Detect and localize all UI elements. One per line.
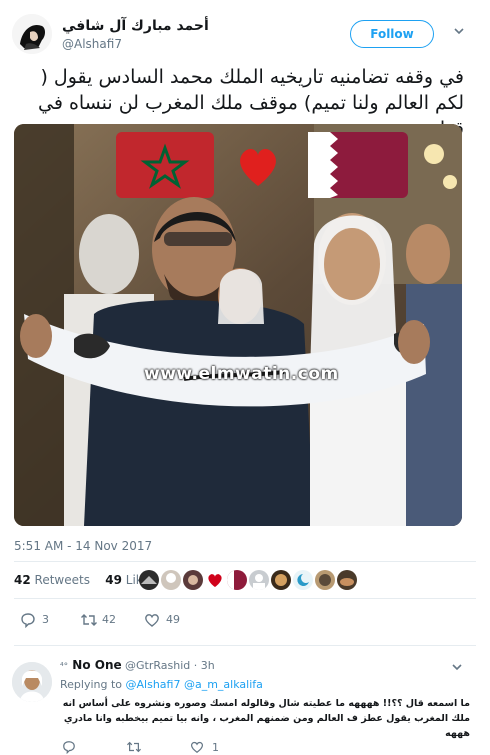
tweet-stats: 42 Retweets 49 Likes	[14, 573, 156, 587]
reply-icon	[63, 741, 75, 754]
chevron-down-icon[interactable]	[452, 24, 466, 38]
chevron-down-icon[interactable]	[450, 660, 464, 674]
reply-author-name-text: No One	[72, 658, 122, 672]
liker-avatar[interactable]	[205, 570, 225, 590]
replying-to-link[interactable]: @a_m_alkalifa	[184, 678, 263, 691]
reply-time[interactable]: · 3h	[194, 659, 215, 672]
reply-text: ما اسمعه قال ؟؟!! ههههه ما عطيته شال وقا…	[62, 698, 470, 739]
like-count: 1	[212, 741, 219, 754]
liker-avatar[interactable]	[227, 570, 247, 590]
liker-avatar[interactable]	[139, 570, 159, 590]
reply-count: 3	[42, 613, 49, 626]
tweet-photo[interactable]: www.elmwatin.com	[14, 124, 462, 526]
replying-to: Replying to @Alshafi7 @a_m_alkalifa	[60, 678, 263, 691]
retweet-icon	[127, 741, 141, 753]
liker-avatar[interactable]	[271, 570, 291, 590]
replying-to-link[interactable]: @Alshafi7	[126, 678, 181, 691]
reply-author-name[interactable]: ⁴° No One	[60, 658, 122, 672]
qatar-flag-emoji	[308, 132, 408, 198]
reply-author-handle-line: @GtrRashid · 3h	[125, 659, 215, 672]
reply-tweet[interactable]: ⁴° No One @GtrRashid · 3h Replying to @A…	[0, 650, 490, 755]
reply-name-prefix-icon: ⁴°	[60, 662, 69, 672]
likes-count: 49	[105, 573, 122, 587]
retweets-label: Retweets	[34, 573, 90, 587]
reply-avatar-image	[12, 662, 52, 702]
author-handle[interactable]: @Alshafi7	[62, 37, 122, 51]
liker-avatar[interactable]	[249, 570, 269, 590]
author-display-name[interactable]: أحمد مبارك آل شافي	[62, 18, 209, 34]
watermark-text: www.elmwatin.com	[144, 364, 339, 384]
divider	[14, 561, 476, 562]
heart-icon	[145, 614, 159, 627]
morocco-flag-emoji	[116, 132, 214, 198]
liker-avatar[interactable]	[293, 570, 313, 590]
heart-icon	[190, 741, 204, 754]
liker-avatar[interactable]	[315, 570, 335, 590]
liker-avatar[interactable]	[161, 570, 181, 590]
retweet-count: 42	[102, 613, 116, 626]
liker-avatar[interactable]	[337, 570, 357, 590]
tweet-actions: 3 42 49	[14, 611, 314, 629]
retweets-stat[interactable]: 42 Retweets	[14, 573, 90, 587]
reply-icon	[21, 613, 35, 628]
retweet-icon	[81, 614, 97, 626]
photo-image	[14, 124, 462, 526]
reply-author-avatar[interactable]	[12, 662, 52, 702]
reply-actions: 1	[60, 739, 310, 755]
tweet-timestamp[interactable]: 5:51 AM - 14 Nov 2017	[14, 539, 152, 553]
retweets-count: 42	[14, 573, 31, 587]
tweet-header: أحمد مبارك آل شافي @Alshafi7 Follow	[12, 14, 478, 58]
replying-to-label: Replying to	[60, 678, 123, 691]
divider	[14, 645, 476, 646]
reply-author-handle[interactable]: @GtrRashid	[125, 659, 190, 672]
liker-avatar[interactable]	[183, 570, 203, 590]
follow-button[interactable]: Follow	[350, 20, 434, 48]
divider	[14, 598, 476, 599]
author-avatar-image	[12, 14, 52, 54]
like-count: 49	[166, 613, 180, 626]
author-avatar[interactable]	[12, 14, 52, 54]
